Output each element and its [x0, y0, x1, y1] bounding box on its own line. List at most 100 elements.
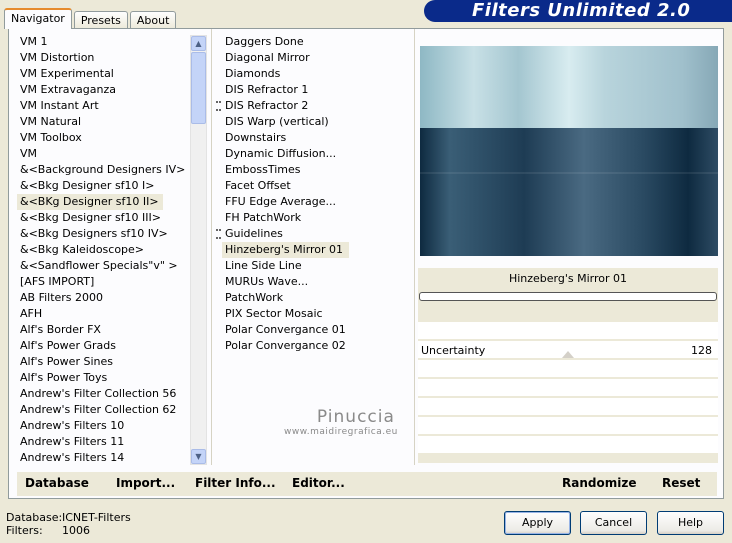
- filter-item[interactable]: Diamonds: [222, 66, 412, 82]
- filter-item-label: DIS Refractor 2: [225, 99, 309, 112]
- scroll-down-icon[interactable]: ▼: [191, 449, 206, 464]
- filter-item-label: MURUs Wave...: [225, 275, 309, 288]
- filter-item-label: DIS Warp (vertical): [225, 115, 329, 128]
- apply-button[interactable]: Apply: [504, 511, 571, 535]
- filter-item[interactable]: DIS Refractor 1: [222, 82, 412, 98]
- filter-item-label: Daggers Done: [225, 35, 304, 48]
- category-item[interactable]: &<Bkg Designer sf10 I>: [17, 178, 187, 194]
- category-item[interactable]: VM Natural: [17, 114, 187, 130]
- param-row-empty: [418, 436, 718, 454]
- category-item[interactable]: VM Extravaganza: [17, 82, 187, 98]
- category-item[interactable]: Andrew's Filter Collection 62: [17, 402, 187, 418]
- tab-presets[interactable]: Presets: [73, 11, 128, 29]
- category-item[interactable]: Alf's Border FX: [17, 322, 187, 338]
- database-value: ICNET-Filters: [62, 511, 131, 524]
- filter-item[interactable]: FFU Edge Average...: [222, 194, 412, 210]
- filter-item-label: FH PatchWork: [225, 211, 302, 224]
- filter-item-label: Dynamic Diffusion...: [225, 147, 337, 160]
- filter-item[interactable]: Dynamic Diffusion...: [222, 146, 412, 162]
- filter-item-label: DIS Refractor 1: [225, 83, 309, 96]
- filter-item[interactable]: DIS Warp (vertical): [222, 114, 412, 130]
- category-item[interactable]: &<Bkg Designer sf10 III>: [17, 210, 187, 226]
- status-info: Database: ICNET-Filters Filters: 1006: [6, 511, 131, 537]
- category-item[interactable]: Andrew's Filters 11: [17, 434, 187, 450]
- category-item[interactable]: Alf's Power Grads: [17, 338, 187, 354]
- preview-bottom: [420, 128, 718, 256]
- category-item[interactable]: AFH: [17, 306, 187, 322]
- category-item[interactable]: Andrew's Filters 14: [17, 450, 187, 464]
- cancel-button[interactable]: Cancel: [580, 511, 647, 535]
- category-item[interactable]: &<BKg Designer sf10 II>: [17, 194, 163, 210]
- filter-item-label: PIX Sector Mosaic: [225, 307, 323, 320]
- import-button[interactable]: Import...: [116, 476, 175, 490]
- database-button[interactable]: Database: [25, 476, 89, 490]
- filter-item-label: Diamonds: [225, 67, 281, 80]
- tab-navigator[interactable]: Navigator: [4, 8, 72, 29]
- navigator-panel: VM 1 VM Distortion VM Experimental VM Extra…: [8, 28, 724, 499]
- editor-button[interactable]: Editor...: [292, 476, 345, 490]
- filter-item[interactable]: Line Side Line: [222, 258, 412, 274]
- filter-item[interactable]: FH PatchWork: [222, 210, 412, 226]
- param-label: Uncertainty: [421, 344, 486, 357]
- drag-handle-icon: [216, 229, 219, 239]
- filter-item-label: Line Side Line: [225, 259, 302, 272]
- category-item[interactable]: VM 1: [17, 34, 187, 50]
- filters-count: 1006: [62, 524, 90, 537]
- category-item[interactable]: Andrew's Filters 10: [17, 418, 187, 434]
- category-item[interactable]: AB Filters 2000: [17, 290, 187, 306]
- filter-item-label: Diagonal Mirror: [225, 51, 310, 64]
- help-button[interactable]: Help: [657, 511, 724, 535]
- filter-info-button[interactable]: Filter Info...: [195, 476, 276, 490]
- filter-item[interactable]: DIS Refractor 2: [216, 98, 412, 114]
- param-row-empty: [418, 379, 718, 397]
- category-item[interactable]: &<Sandflower Specials"v" >: [17, 258, 187, 274]
- category-item[interactable]: Andrew's Filter Collection 56: [17, 386, 187, 402]
- category-item[interactable]: &<Background Designers IV>: [17, 162, 187, 178]
- filter-item[interactable]: Daggers Done: [222, 34, 412, 50]
- filter-item[interactable]: Guidelines: [216, 226, 412, 242]
- filter-item[interactable]: Polar Convergance 01: [222, 322, 412, 338]
- filter-item-label: Facet Offset: [225, 179, 291, 192]
- filter-item[interactable]: MURUs Wave...: [222, 274, 412, 290]
- category-item[interactable]: VM: [17, 146, 187, 162]
- category-item[interactable]: &<Bkg Kaleidoscope>: [17, 242, 187, 258]
- filter-item[interactable]: Diagonal Mirror: [222, 50, 412, 66]
- filter-item[interactable]: PIX Sector Mosaic: [222, 306, 412, 322]
- slider-handle[interactable]: [562, 351, 574, 358]
- randomize-button[interactable]: Randomize: [562, 476, 636, 490]
- param-row-empty: [418, 360, 718, 378]
- progress-bar: [419, 292, 717, 301]
- tab-bar: Navigator Presets About: [4, 8, 178, 29]
- category-item[interactable]: Alf's Power Toys: [17, 370, 187, 386]
- filter-item[interactable]: EmbossTimes: [222, 162, 412, 178]
- reset-button[interactable]: Reset: [662, 476, 700, 490]
- filter-item[interactable]: Facet Offset: [222, 178, 412, 194]
- category-item[interactable]: &<Bkg Designers sf10 IV>: [17, 226, 187, 242]
- filter-list[interactable]: Daggers Done Diagonal Mirror Diamonds DIS R…: [216, 34, 412, 464]
- category-item[interactable]: [AFS IMPORT]: [17, 274, 187, 290]
- category-item[interactable]: Alf's Power Sines: [17, 354, 187, 370]
- preview-top: [420, 46, 718, 128]
- watermark: Pinuccia www.maidiregrafica.eu: [284, 407, 398, 437]
- filter-item-label: EmbossTimes: [225, 163, 301, 176]
- filter-item[interactable]: Downstairs: [222, 130, 412, 146]
- filter-item[interactable]: Polar Convergance 02: [222, 338, 412, 354]
- category-item[interactable]: VM Toolbox: [17, 130, 187, 146]
- tab-about[interactable]: About: [129, 11, 177, 29]
- divider: [211, 29, 212, 465]
- filter-item[interactable]: Hinzeberg's Mirror 01: [222, 242, 350, 258]
- param-row-uncertainty[interactable]: Uncertainty 128: [418, 341, 718, 359]
- category-item[interactable]: VM Distortion: [17, 50, 187, 66]
- filter-item[interactable]: PatchWork: [222, 290, 412, 306]
- database-label: Database:: [6, 511, 63, 524]
- scroll-thumb[interactable]: [191, 52, 206, 124]
- scroll-up-icon[interactable]: ▲: [191, 36, 206, 51]
- category-list[interactable]: VM 1 VM Distortion VM Experimental VM Extra…: [17, 34, 187, 464]
- filter-item-label: Guidelines: [225, 227, 283, 240]
- filter-item-label: Downstairs: [225, 131, 287, 144]
- category-item[interactable]: VM Experimental: [17, 66, 187, 82]
- preview-image: [420, 46, 718, 256]
- category-scrollbar[interactable]: ▲ ▼: [190, 35, 207, 465]
- param-value: 128: [691, 344, 712, 357]
- category-item[interactable]: VM Instant Art: [17, 98, 187, 114]
